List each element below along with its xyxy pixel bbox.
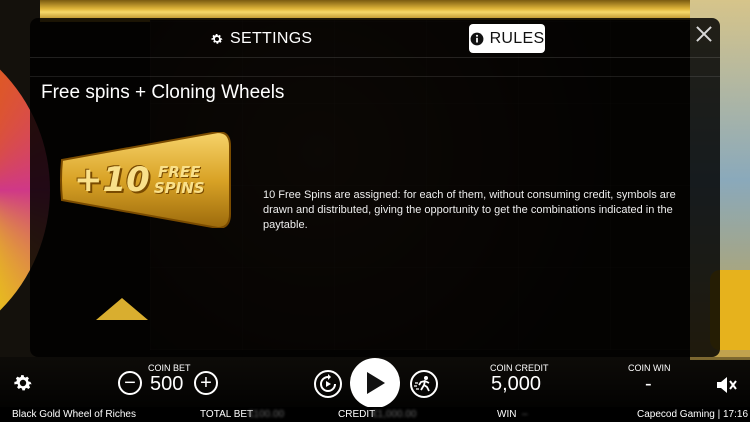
decrease-bet-button[interactable]: − <box>118 371 142 395</box>
play-icon <box>367 372 385 394</box>
tab-settings-label: SETTINGS <box>230 29 313 47</box>
turbo-button[interactable] <box>410 370 438 398</box>
coin-win-value: - <box>645 373 652 395</box>
tab-rules[interactable]: RULES <box>469 24 545 53</box>
divider <box>30 76 720 77</box>
autoplay-icon <box>320 374 336 392</box>
provider-time: Capecod Gaming | 17:16 <box>637 409 749 420</box>
coin-bet-label: COIN BET <box>148 363 191 373</box>
settings-gear-icon[interactable] <box>12 372 34 394</box>
autoplay-button[interactable] <box>314 370 342 398</box>
increase-bet-button[interactable]: + <box>194 371 218 395</box>
tab-settings[interactable]: SETTINGS <box>210 24 312 53</box>
tab-rules-label: RULES <box>489 29 545 47</box>
coin-bet-value: 500 <box>150 373 184 395</box>
running-man-icon <box>414 376 430 392</box>
info-icon <box>470 32 484 46</box>
badge-word-spins: SPINS <box>153 179 205 197</box>
spin-button[interactable] <box>350 358 400 408</box>
coin-win-label: COIN WIN <box>628 363 671 373</box>
status-bar: Black Gold Wheel of Riches TOTAL BET €10… <box>0 407 750 422</box>
win-label: WIN <box>497 409 517 420</box>
rules-description: 10 Free Spins are assigned: for each of … <box>263 189 676 231</box>
section-heading: Free spins + Cloning Wheels <box>41 82 285 103</box>
game-name: Black Gold Wheel of Riches <box>12 409 136 420</box>
badge-number: +10 <box>74 160 150 200</box>
badge-text: +10 FREE SPINS <box>60 132 232 228</box>
rules-content: +10 FREE SPINS 10 Free Spins are assigne… <box>30 112 720 322</box>
coin-credit-value: 5,000 <box>491 373 542 395</box>
total-bet-value: €100.00 <box>248 409 285 420</box>
credit-value: €1,000.00 <box>372 409 417 420</box>
plus-icon: + <box>200 372 212 394</box>
mute-speaker-icon[interactable] <box>716 375 738 395</box>
total-bet-label: TOTAL BET <box>200 409 254 420</box>
gold-arrow-decor <box>96 298 148 320</box>
minus-icon: − <box>124 372 136 394</box>
free-spins-badge: +10 FREE SPINS <box>60 130 232 230</box>
gear-icon <box>210 32 224 46</box>
coin-credit-label: COIN CREDIT <box>490 363 549 373</box>
close-icon[interactable] <box>694 24 714 44</box>
modal-tabs: SETTINGS RULES <box>30 18 720 58</box>
rules-modal: SETTINGS RULES Free spins + Cloning Whee… <box>30 18 720 357</box>
badge-words: FREE SPINS <box>154 164 205 196</box>
control-bar: COIN BET − 500 + COIN CREDIT 5,000 COIN … <box>0 357 750 408</box>
win-value: – <box>522 409 528 420</box>
credit-label: CREDIT <box>338 409 376 420</box>
